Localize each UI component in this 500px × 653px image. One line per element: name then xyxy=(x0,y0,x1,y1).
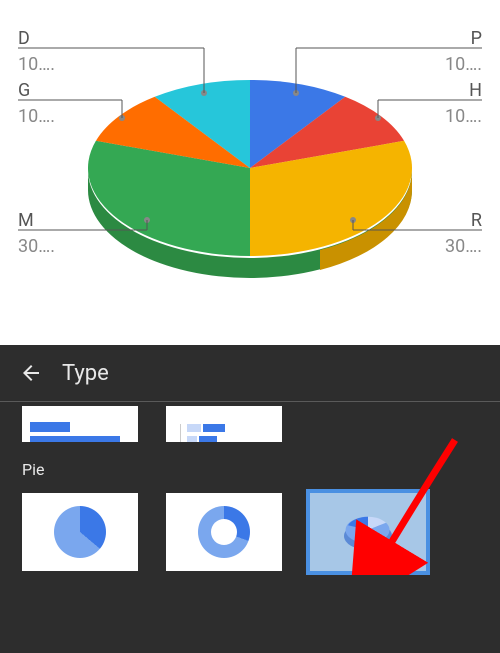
slice-label-D: D xyxy=(18,28,30,49)
chart-type-pie-donut[interactable] xyxy=(166,493,282,571)
slice-label-H: H xyxy=(469,80,482,101)
back-arrow-icon xyxy=(19,361,43,385)
chart-type-bar-grouped[interactable] xyxy=(166,406,282,442)
chart-preview: D 10…. G 10…. M 30…. P 10…. H 10…. R 30…… xyxy=(0,0,500,345)
slice-value-G: 10…. xyxy=(18,106,55,127)
slice-value-D: 10…. xyxy=(18,54,55,75)
chart-type-panel: Type Pie xyxy=(0,345,500,653)
slice-value-P: 10…. xyxy=(445,54,482,75)
chart-type-pie-3d[interactable] xyxy=(310,493,426,571)
pie-flat-icon xyxy=(54,506,106,558)
pie-donut-icon xyxy=(198,506,250,558)
slice-label-G: G xyxy=(18,80,30,101)
slice-value-H: 10…. xyxy=(445,106,482,127)
pie-3d-chart: D 10…. G 10…. M 30…. P 10…. H 10…. R 30…… xyxy=(0,0,500,345)
slice-label-P: P xyxy=(471,28,482,49)
section-label-pie: Pie xyxy=(0,442,500,487)
chart-type-pie-flat[interactable] xyxy=(22,493,138,571)
slice-label-R: R xyxy=(471,210,482,231)
back-button[interactable] xyxy=(14,356,48,390)
panel-title: Type xyxy=(62,361,109,386)
pie-3d-icon xyxy=(339,510,397,554)
slice-label-M: M xyxy=(18,210,34,231)
slice-value-R: 30…. xyxy=(445,236,482,257)
chart-type-bar-stacked[interactable] xyxy=(22,406,138,442)
slice-value-M: 30…. xyxy=(18,236,55,257)
